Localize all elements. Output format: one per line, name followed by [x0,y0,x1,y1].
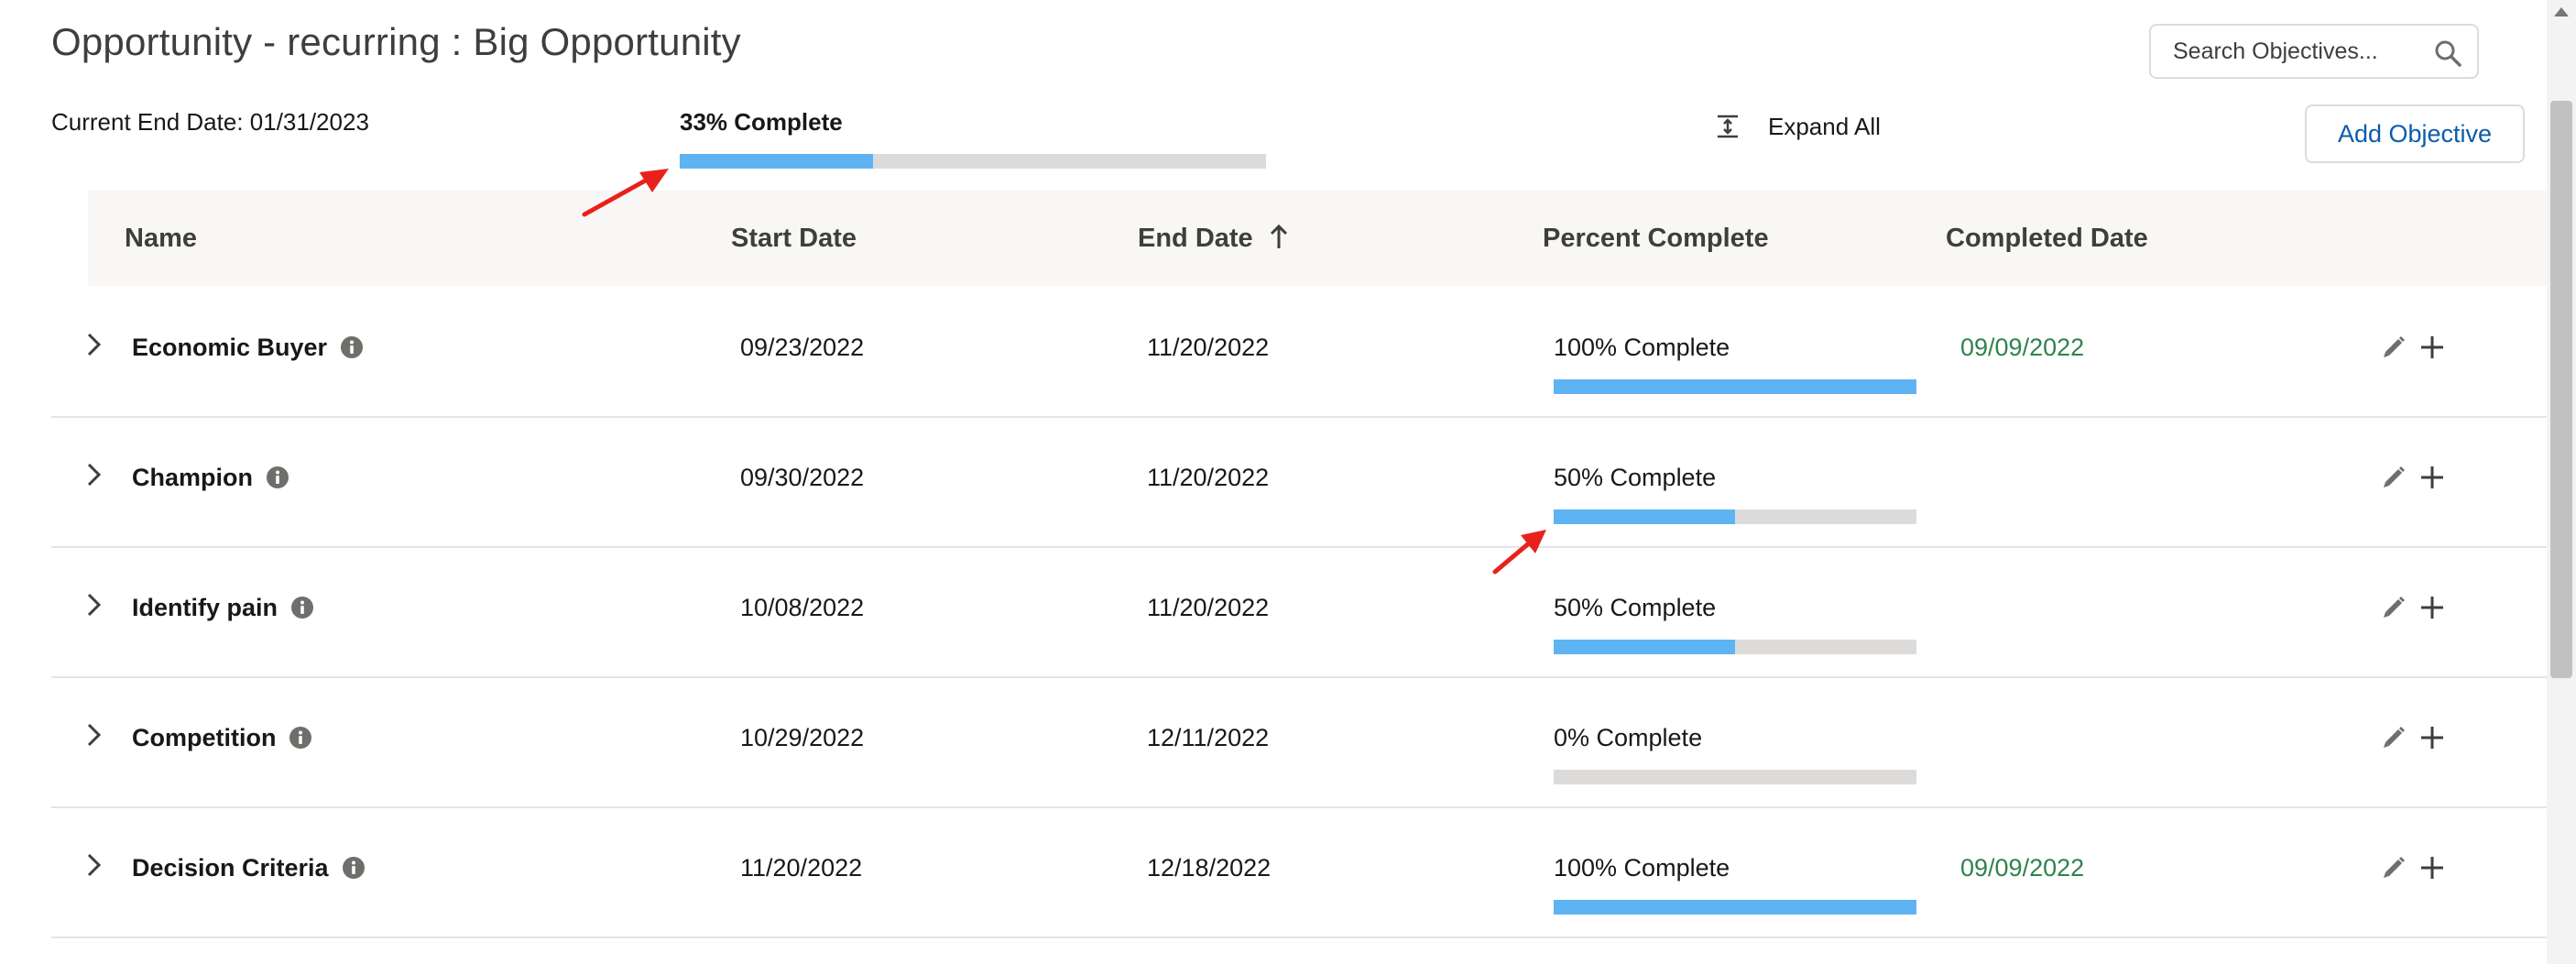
start-date: 09/30/2022 [740,464,865,491]
chevron-right-icon[interactable] [82,460,104,489]
chevron-right-icon[interactable] [82,850,104,880]
overall-progress-bar [680,154,1266,169]
scrollbar[interactable] [2547,0,2576,964]
percent-complete-label: 50% Complete [1554,594,1717,621]
info-icon[interactable] [342,856,366,880]
end-date: 12/18/2022 [1147,854,1272,882]
percent-complete-bar [1554,900,1916,915]
start-date: 11/20/2022 [740,854,863,882]
pencil-icon[interactable] [2380,594,2407,621]
overall-progress-label: 33% Complete [680,108,843,136]
percent-complete-bar [1554,640,1916,654]
objective-name[interactable]: Competition [132,724,312,752]
current-end-date: Current End Date: 01/31/2023 [51,108,369,136]
pencil-icon[interactable] [2380,334,2407,361]
objective-name-label: Identify pain [132,594,278,621]
table-row: Identify pain 10/08/2022 11/20/2022 50% Com… [51,546,2547,678]
objective-name-label: Champion [132,464,253,491]
pencil-icon[interactable] [2380,854,2407,882]
column-header-name[interactable]: Name [125,191,197,286]
expand-all-label: Expand All [1768,112,1881,140]
column-header-start-date[interactable]: Start Date [731,191,857,286]
objective-name-label: Competition [132,724,277,751]
objective-name-label: Economic Buyer [132,334,328,361]
completed-date: 09/09/2022 [1960,854,2085,882]
column-header-completed-date[interactable]: Completed Date [1946,191,2148,286]
percent-complete-label: 0% Complete [1554,724,1703,751]
column-header-end-date-label: End Date [1138,224,1253,253]
percent-complete-bar [1554,379,1916,394]
start-date: 10/29/2022 [740,724,865,751]
plus-icon[interactable] [2418,334,2446,361]
table-header: Name Start Date End Date Percent Complet… [88,191,2547,286]
info-icon[interactable] [340,335,364,359]
table-row: Competition 10/29/2022 12/11/2022 0% Comple… [51,676,2547,808]
column-header-end-date[interactable]: End Date [1138,191,1290,286]
objective-name[interactable]: Identify pain [132,594,314,622]
table-row: Champion 09/30/2022 11/20/2022 50% Complete [51,416,2547,548]
scroll-up-arrow-icon[interactable] [2554,7,2569,16]
objective-name[interactable]: Champion [132,464,289,492]
plus-icon[interactable] [2418,464,2446,491]
plus-icon[interactable] [2418,854,2446,882]
chevron-right-icon[interactable] [82,330,104,359]
percent-complete-fill [1554,640,1735,654]
plus-icon[interactable] [2418,724,2446,751]
percent-complete-bar [1554,509,1916,524]
completed-date: 09/09/2022 [1960,334,2085,361]
pencil-icon[interactable] [2380,464,2407,491]
pencil-icon[interactable] [2380,724,2407,751]
percent-complete-label: 100% Complete [1554,334,1730,361]
start-date: 10/08/2022 [740,594,865,621]
percent-complete-fill [1554,900,1916,915]
plus-icon[interactable] [2418,594,2446,621]
chevron-right-icon[interactable] [82,720,104,750]
end-date: 11/20/2022 [1147,334,1270,361]
column-header-percent-complete[interactable]: Percent Complete [1543,191,1769,286]
start-date: 09/23/2022 [740,334,865,361]
objective-name-label: Decision Criteria [132,854,329,882]
end-date: 11/20/2022 [1147,464,1270,491]
percent-complete-label: 50% Complete [1554,464,1717,491]
overall-progress-fill [680,154,874,169]
info-icon[interactable] [290,596,314,619]
sort-ascending-arrow-icon [1270,225,1287,249]
table-row: Decision Criteria 11/20/2022 12/18/2022 100… [51,806,2547,938]
end-date: 12/11/2022 [1147,724,1270,751]
objective-name[interactable]: Decision Criteria [132,854,366,882]
chevron-right-icon[interactable] [82,590,104,619]
search-input[interactable] [2173,26,2420,77]
percent-complete-label: 100% Complete [1554,854,1730,882]
expand-all-icon [1718,115,1738,138]
page-title: Opportunity - recurring : Big Opportunit… [51,20,741,63]
info-icon[interactable] [289,726,312,750]
search-box[interactable] [2149,24,2479,79]
end-date: 11/20/2022 [1147,594,1270,621]
expand-all-button[interactable]: Expand All [1715,108,1881,145]
percent-complete-fill [1554,379,1916,394]
add-objective-button[interactable]: Add Objective [2305,104,2525,163]
table-row: Economic Buyer 09/23/2022 11/20/2022 100% C… [51,286,2547,418]
search-icon[interactable] [2433,38,2462,68]
info-icon[interactable] [266,466,289,489]
scrollbar-thumb[interactable] [2550,101,2572,678]
objective-name[interactable]: Economic Buyer [132,334,364,362]
percent-complete-bar [1554,770,1916,784]
percent-complete-fill [1554,509,1735,524]
